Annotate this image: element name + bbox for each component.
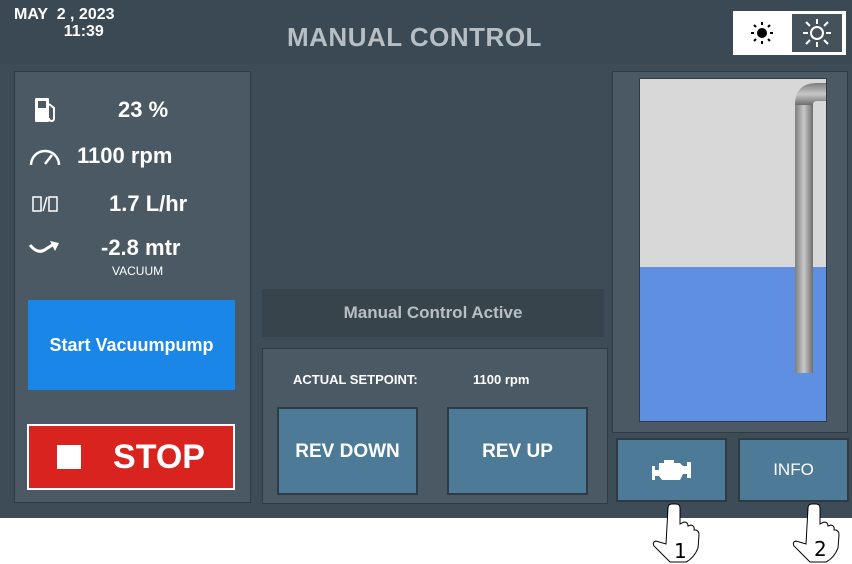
status-panel: 23 % 1100 rpm 1.7 L/hr -2.8 mtr VACUUM S…	[14, 71, 251, 503]
stop-square-icon	[57, 445, 82, 469]
time-label: 11:39	[63, 23, 104, 40]
suction-pipe	[795, 83, 826, 373]
date-time: MAY 2 , 2023 11:39	[14, 6, 115, 40]
fuel-level-row: 23 %	[15, 90, 250, 130]
stop-label: STOP	[113, 437, 205, 476]
header-bar: MAY 2 , 2023 11:39 MANUAL CONTROL	[0, 0, 852, 64]
hmi-screen: MAY 2 , 2023 11:39 MANUAL CONTROL 23 % 1…	[0, 0, 852, 518]
annotation-strip	[0, 518, 852, 564]
engine-speed-row: 1100 rpm	[15, 136, 250, 176]
fuel-consumption-row: 1.7 L/hr	[15, 184, 250, 224]
brightness-toggle	[733, 11, 846, 55]
callout-number-2: 2	[814, 537, 827, 561]
fuel-icon	[27, 96, 63, 124]
start-vacuumpump-button[interactable]: Start Vacuumpump	[28, 300, 235, 390]
gauge-icon	[27, 142, 63, 170]
vacuum-label: VACUUM	[112, 264, 164, 278]
tank-panel	[612, 71, 848, 433]
engine-icon	[651, 460, 691, 480]
callout-number-1: 1	[674, 539, 687, 563]
engine-button[interactable]	[616, 438, 727, 502]
stop-button[interactable]: STOP	[27, 424, 235, 490]
status-message: Manual Control Active	[262, 289, 604, 337]
sun-bright-icon	[803, 19, 831, 47]
setpoint-panel: ACTUAL SETPOINT: 1100 rpm REV DOWN REV U…	[262, 348, 608, 504]
flow-arrow-icon	[27, 234, 63, 262]
brightness-dim-button[interactable]	[737, 14, 787, 52]
rev-up-button[interactable]: REV UP	[447, 407, 588, 495]
setpoint-label: ACTUAL SETPOINT:	[293, 372, 418, 387]
fuel-consumption-icon	[27, 190, 63, 218]
vacuum-value: -2.8 mtr	[101, 235, 181, 260]
date-label: MAY 2 , 2023	[14, 6, 115, 23]
fuel-level-value: 23 %	[118, 97, 169, 122]
setpoint-value: 1100 rpm	[473, 372, 530, 387]
engine-speed-value: 1100 rpm	[77, 143, 173, 168]
sun-dim-icon	[751, 22, 773, 44]
brightness-bright-button[interactable]	[792, 14, 842, 52]
info-button[interactable]: INFO	[738, 438, 849, 502]
fuel-consumption-value: 1.7 L/hr	[109, 191, 188, 216]
page-title: MANUAL CONTROL	[287, 22, 542, 52]
vacuum-row: -2.8 mtr	[15, 228, 250, 268]
rev-down-button[interactable]: REV DOWN	[277, 407, 418, 495]
tank-level-display	[639, 78, 827, 422]
